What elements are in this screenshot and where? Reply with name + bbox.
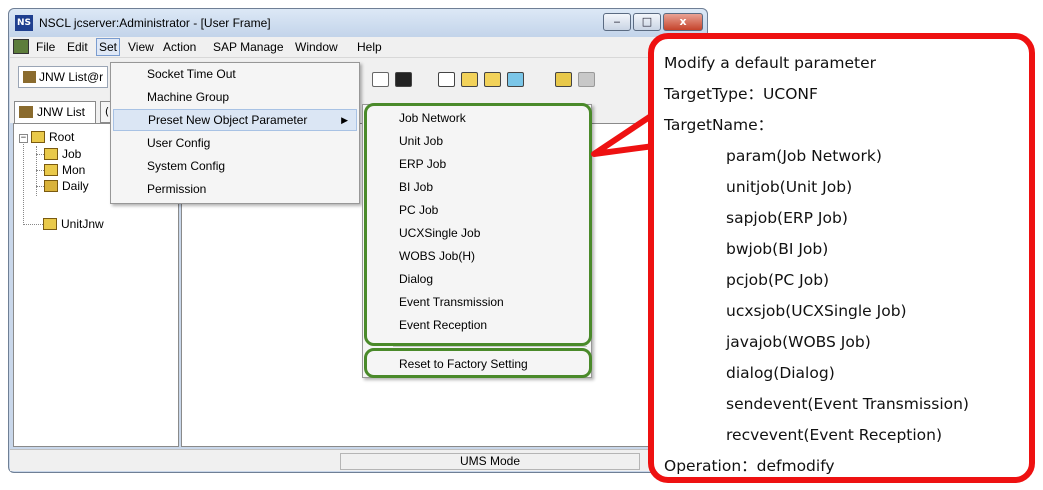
callout-target-name: param(Job Network) [726, 147, 882, 165]
callout-target-name: unitjob(Unit Job) [726, 178, 853, 196]
menu-action[interactable]: Action [163, 39, 196, 55]
tree-line [36, 170, 44, 171]
tree-item-label: Root [49, 130, 75, 144]
document-menu-icon[interactable] [13, 39, 29, 54]
menu-help[interactable]: Help [357, 39, 382, 55]
jnw-list-combo[interactable]: JNW List@r [18, 66, 108, 88]
open-folder-icon [44, 180, 58, 192]
callout-heading: Modify a default parameter [664, 54, 877, 72]
tab-label: JNW List [37, 105, 85, 119]
title-bar[interactable]: NS NSCL jcserver:Administrator - [User F… [9, 9, 707, 37]
tree-line [23, 224, 43, 225]
collapse-icon[interactable]: − [19, 134, 28, 143]
tree-item-mon[interactable]: Mon [44, 162, 85, 178]
binoculars-icon[interactable] [395, 72, 412, 87]
menu-separator [393, 346, 587, 347]
menu-file[interactable]: File [36, 39, 55, 55]
jnw-list-icon [23, 71, 36, 83]
tree-line [36, 186, 44, 187]
callout-target-name: javajob(WOBS Job) [726, 333, 871, 351]
minimize-button[interactable]: ‒ [603, 13, 631, 31]
menu-item-label: Preset New Object Parameter [148, 113, 308, 127]
tree-item-daily[interactable]: Daily [44, 178, 89, 194]
combo-value: JNW List@r [39, 70, 104, 84]
reset-highlight [364, 348, 592, 378]
disabled-tool-icon[interactable] [578, 72, 595, 87]
tree-item-label: Job [62, 147, 82, 161]
menu-item-system-config[interactable]: System Config [113, 155, 357, 177]
callout-target-name: sapjob(ERP Job) [726, 209, 848, 227]
tree-item-unitjnw[interactable]: UnitJnw [43, 216, 104, 232]
menu-item-preset-new-object-parameter[interactable]: Preset New Object Parameter ▶ [113, 109, 357, 131]
status-mode: UMS Mode [340, 453, 640, 470]
callout-target-name: ucxsjob(UCXSingle Job) [726, 302, 907, 320]
menu-window[interactable]: Window [295, 39, 338, 55]
maximize-button[interactable]: □ [633, 13, 661, 31]
object-list-highlight [364, 103, 592, 346]
f1-icon[interactable] [438, 72, 455, 87]
network-icon[interactable] [484, 72, 501, 87]
callout-target-type: TargetType：UCONF [664, 85, 818, 103]
job-icon[interactable] [507, 72, 524, 87]
jnw-folder-icon [44, 164, 58, 176]
menu-item-machine-group[interactable]: Machine Group [113, 86, 357, 108]
folder-up-icon[interactable] [461, 72, 478, 87]
callout-box: Modify a default parameter TargetType：UC… [648, 33, 1035, 483]
menu-set[interactable]: Set [96, 38, 121, 56]
tab-jnw-list[interactable]: JNW List [14, 101, 96, 123]
callout-target-name: bwjob(BI Job) [726, 240, 829, 258]
menu-item-socket-time-out[interactable]: Socket Time Out [113, 63, 357, 85]
menu-item-user-config[interactable]: User Config [113, 132, 357, 154]
tree-item-label: Mon [62, 163, 86, 177]
callout-target-name: recvevent(Event Reception) [726, 426, 943, 444]
menu-edit[interactable]: Edit [67, 39, 88, 55]
tree-line [36, 154, 44, 155]
window-title: NSCL jcserver:Administrator - [User Fram… [39, 16, 271, 30]
menu-bar: File Edit Set View Action SAP Manage Win… [10, 37, 706, 57]
callout-target-name: dialog(Dialog) [726, 364, 835, 382]
callout-target-name: pcjob(PC Job) [726, 271, 830, 289]
tree-item-label: Daily [62, 179, 89, 193]
menu-view[interactable]: View [128, 39, 154, 55]
jnw-folder-icon [31, 131, 45, 143]
callout-operation: Operation：defmodify [664, 457, 835, 475]
close-button[interactable]: x [663, 13, 703, 31]
tree-item-root[interactable]: Root [31, 129, 74, 145]
jnw-folder-icon [44, 148, 58, 160]
tree-line [23, 139, 24, 225]
callout-target-name-label: TargetName： [664, 116, 774, 134]
transfer-icon[interactable] [555, 72, 572, 87]
menu-sap-manage[interactable]: SAP Manage [213, 39, 284, 55]
callout-target-name: sendevent(Event Transmission) [726, 395, 969, 413]
submenu-arrow-icon: ▶ [341, 115, 348, 125]
refresh-icon[interactable] [372, 72, 389, 87]
tree-item-job[interactable]: Job [44, 146, 81, 162]
set-menu: Socket Time Out Machine Group Preset New… [110, 62, 360, 204]
jnw-tab-icon [19, 106, 33, 118]
jnw-folder-icon [43, 218, 57, 230]
menu-item-permission[interactable]: Permission [113, 178, 357, 200]
tree-item-label: UnitJnw [61, 217, 104, 231]
app-logo-icon: NS [15, 15, 33, 31]
status-bar: UMS Mode [10, 449, 706, 471]
